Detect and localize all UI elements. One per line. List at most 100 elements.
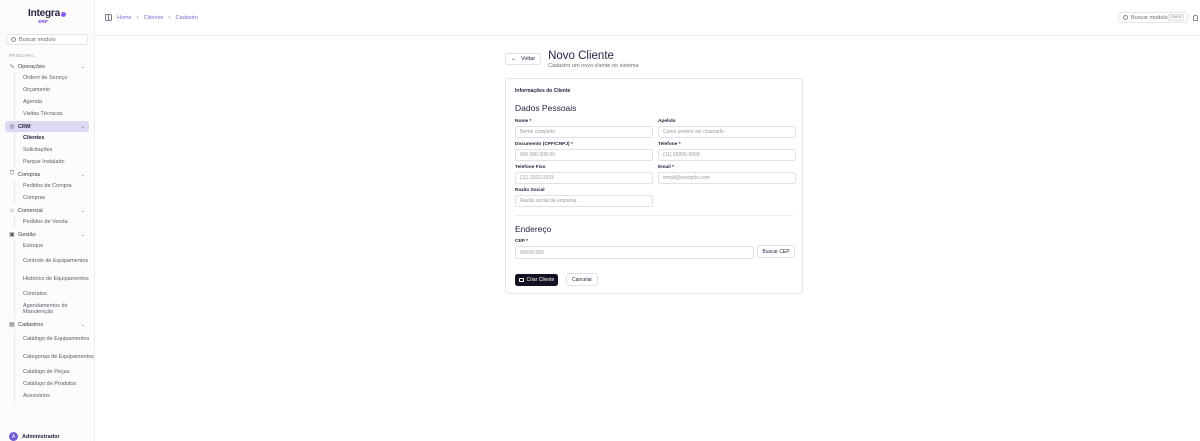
- cancel-button[interactable]: Cancelar: [566, 273, 599, 286]
- sidebar-item-pedidos-de-venda[interactable]: Pedidos de Venda: [15, 216, 94, 228]
- documento-input[interactable]: 000.000.000-00: [515, 149, 653, 161]
- telefone-fixo-label: Telefone Fixo: [515, 165, 546, 170]
- sidebar-item-acessorios[interactable]: Acessórios: [15, 390, 94, 402]
- search-icon: [11, 37, 16, 42]
- sidebar-toggle-icon[interactable]: [105, 14, 112, 21]
- breadcrumb-clientes[interactable]: Clientes: [144, 15, 164, 21]
- user-menu[interactable]: A Administrador: [9, 432, 60, 441]
- sidebar-item-pedidos-de-compra[interactable]: Pedidos de Compra: [15, 180, 94, 192]
- telefone-input[interactable]: (11) 99999-9999: [658, 149, 796, 161]
- field-razao-social: Razão Social Razão social da empresa: [515, 188, 653, 207]
- cep-input[interactable]: 00000-000: [515, 246, 754, 259]
- chevron-down-icon: ⌄: [80, 123, 85, 130]
- field-email: Email * email@exemplo.com: [658, 165, 796, 184]
- telefone-fixo-input[interactable]: (11) 3333-3333: [515, 172, 653, 184]
- sidebar-item-parque-instalado[interactable]: Parque Instalado: [15, 156, 94, 168]
- breadcrumb: Home › Clientes › Cadastro: [117, 15, 198, 21]
- apelido-input[interactable]: Como prefere ser chamado: [658, 126, 796, 138]
- razao-social-label: Razão Social: [515, 188, 545, 193]
- create-client-label: Criar Cliente: [526, 277, 555, 283]
- bell-icon[interactable]: [1193, 14, 1198, 21]
- chevron-right-icon: ›: [136, 14, 139, 21]
- chevron-down-icon: ⌄: [80, 207, 85, 214]
- page-header: ← Voltar Novo Cliente Cadastro um novo c…: [505, 50, 639, 69]
- section-endereco: Endereço: [515, 224, 552, 234]
- sidebar-group-gestao[interactable]: ▣ Gestão ⌄: [0, 229, 89, 240]
- sidebar-group-label: Cadastros: [18, 321, 44, 328]
- breadcrumb-home[interactable]: Home: [117, 15, 132, 21]
- chevron-down-icon: ⌄: [80, 63, 85, 70]
- sidebar-item-catalogo-de-equipamentos[interactable]: Catálogo de Equipamentos: [15, 330, 94, 348]
- chevron-down-icon: ⌄: [80, 321, 85, 328]
- sidebar-item-agenda[interactable]: Agenda: [15, 96, 94, 108]
- telefone-label: Telefone *: [658, 142, 681, 147]
- sidebar-group-label: CRM: [18, 123, 31, 130]
- nome-label: Nome *: [515, 119, 532, 124]
- sidebar-group-cadastros[interactable]: ▤ Cadastros ⌄: [0, 319, 89, 330]
- field-nome: Nome * Nome completo: [515, 119, 653, 138]
- sidebar-item-controle-de-equipamentos[interactable]: Controle de Equipamentos: [15, 252, 94, 270]
- field-apelido: Apelido Como prefere ser chamado: [658, 119, 796, 138]
- sidebar-group-crm[interactable]: ◎ CRM ⌄: [5, 121, 89, 132]
- chevron-down-icon: ⌄: [80, 171, 85, 178]
- brand-dot-icon: [60, 11, 66, 17]
- top-search-input[interactable]: Buscar modulo... Ctrl+K: [1118, 12, 1188, 23]
- sidebar-search-placeholder: Buscar modulo: [19, 36, 56, 43]
- email-field[interactable]: email@exemplo.com: [658, 172, 796, 184]
- sidebar-item-catalogo-de-produtos[interactable]: Catálogo de Produtos: [15, 378, 94, 390]
- sidebar-group-operacoes[interactable]: ∿ Operações ⌄: [0, 61, 89, 72]
- field-cep: CEP * 00000-000: [515, 239, 754, 259]
- back-label: Voltar: [521, 56, 536, 62]
- top-search-placeholder: Buscar modulo...: [1131, 14, 1173, 21]
- breadcrumb-cadastro: Cadastro: [175, 14, 198, 21]
- sidebar-item-historico-de-equipamentos[interactable]: Histórico de Equipamentos: [15, 270, 94, 288]
- sidebar-item-contratos[interactable]: Contratos: [15, 288, 94, 300]
- sidebar-group-label: Gestão: [18, 231, 36, 238]
- chevron-down-icon: ⌄: [80, 231, 85, 238]
- shortcut-badge: Ctrl+K: [1168, 14, 1184, 21]
- sidebar-item-categorias-de-equipamentos[interactable]: Categorias de Equipamentos: [15, 348, 94, 366]
- save-icon: [519, 277, 524, 283]
- sidebar-item-estoque[interactable]: Estoque: [15, 240, 94, 252]
- razao-social-input[interactable]: Razão social da empresa: [515, 195, 653, 207]
- buscar-cep-button[interactable]: Buscar CEP: [757, 245, 795, 258]
- nome-input[interactable]: Nome completo: [515, 126, 653, 138]
- arrow-left-icon: ←: [511, 56, 517, 62]
- section-dados-pessoais: Dados Pessoais: [515, 103, 577, 113]
- calendar-icon: ▣: [9, 232, 15, 238]
- topbar: Home › Clientes › Cadastro Buscar modulo…: [95, 0, 1200, 36]
- divider: [515, 215, 793, 216]
- create-client-button[interactable]: Criar Cliente: [515, 274, 559, 286]
- sidebar-group-label: Compras: [18, 171, 41, 178]
- apelido-label: Apelido: [658, 119, 676, 124]
- sidebar-item-ordem-de-servico[interactable]: Ordem de Serviço: [15, 72, 94, 84]
- sidebar-item-compras[interactable]: Compras: [15, 192, 94, 204]
- chevron-right-icon: ›: [168, 14, 171, 21]
- store-icon: ⌂: [10, 207, 14, 214]
- brand-sub: ERP: [38, 19, 48, 24]
- brand-name: Integra: [28, 8, 60, 19]
- client-form-card: Informações do Cliente Dados Pessoais No…: [505, 78, 803, 294]
- sidebar-item-orcamento[interactable]: Orçamento: [15, 84, 94, 96]
- cart-icon: ⛉: [9, 171, 15, 177]
- target-icon: ◎: [9, 124, 15, 130]
- sidebar-group-label: Operações: [18, 63, 45, 70]
- sidebar-search-input[interactable]: Buscar modulo: [6, 34, 88, 45]
- sidebar-item-solicitacoes[interactable]: Solicitações: [15, 144, 94, 156]
- sidebar-group-label: Comercial: [18, 207, 43, 214]
- sidebar-item-catalogo-de-pecas[interactable]: Catálogo de Peças: [15, 366, 94, 378]
- sidebar-section-label: PRINCIPAL: [9, 53, 36, 58]
- sidebar-item-visitas-tecnicas[interactable]: Visitas Técnicas: [15, 108, 94, 120]
- field-documento: Documento (CPF/CNPJ) * 000.000.000-00: [515, 142, 653, 161]
- field-telefone-fixo: Telefone Fixo (11) 3333-3333: [515, 165, 653, 184]
- sidebar-group-comercial[interactable]: ⌂ Comercial ⌄: [0, 205, 89, 216]
- brand-logo[interactable]: Integra ERP: [0, 0, 94, 33]
- user-name: Administrador: [22, 433, 60, 440]
- cep-label: CEP *: [515, 239, 528, 244]
- sidebar-group-compras[interactable]: ⛉ Compras ⌄: [0, 169, 89, 180]
- avatar: A: [9, 432, 18, 441]
- document-icon: ▤: [9, 322, 15, 328]
- sidebar-item-clientes[interactable]: Clientes: [15, 132, 94, 144]
- back-button[interactable]: ← Voltar: [505, 53, 542, 65]
- sidebar-item-agendamentos-de-manutencao[interactable]: Agendamentos de Manutenção: [15, 300, 94, 318]
